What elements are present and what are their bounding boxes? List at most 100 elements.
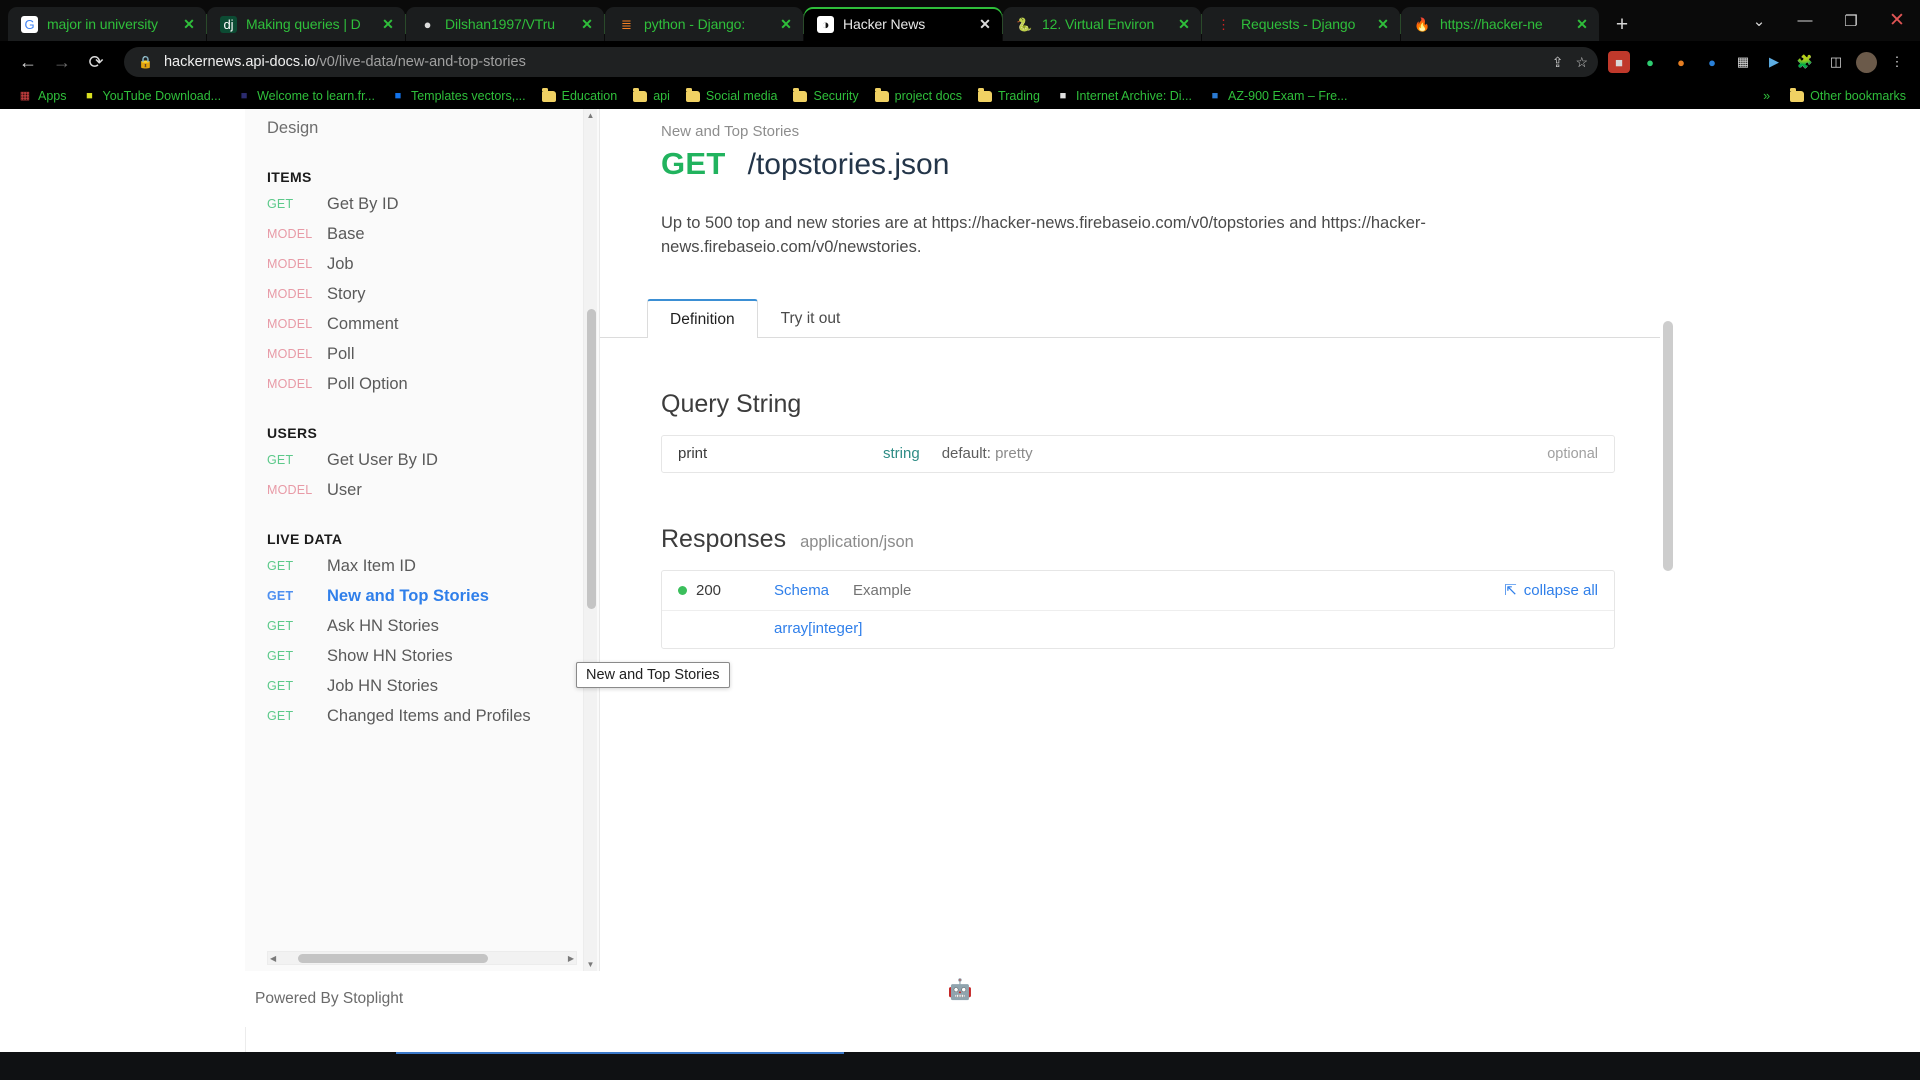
puzzle-icon[interactable]: 🧩 xyxy=(1794,51,1816,73)
sidebar-item-changed-items-and-profiles[interactable]: GET Changed Items and Profiles xyxy=(245,701,599,731)
sidebar-item-job[interactable]: MODEL Job xyxy=(245,249,599,279)
sidebar-vertical-thumb[interactable] xyxy=(587,309,596,609)
close-tab-button[interactable]: ✕ xyxy=(578,15,596,33)
browser-tab[interactable]: dj Making queries | D ✕ xyxy=(207,7,405,41)
browser-tab[interactable]: ◑ Hacker News ✕ xyxy=(804,7,1002,41)
apps-button[interactable]: ▦ Apps xyxy=(10,85,75,107)
bookmark-item[interactable]: Security xyxy=(785,85,866,107)
scroll-down-arrow[interactable]: ▼ xyxy=(587,958,595,971)
forward-button[interactable]: → xyxy=(46,46,78,78)
reload-button[interactable]: ⟳ xyxy=(80,46,112,78)
lock-icon: 🔒 xyxy=(138,55,153,69)
bookmark-item[interactable]: ■ YouTube Download... xyxy=(75,85,230,107)
close-tab-button[interactable]: ✕ xyxy=(1175,15,1193,33)
taskbar xyxy=(0,1052,1920,1080)
sidebar-item-base[interactable]: MODEL Base xyxy=(245,219,599,249)
sidebar-item-verb: MODEL xyxy=(267,227,313,241)
browser-tab[interactable]: ● Dilshan1997/VTru ✕ xyxy=(406,7,604,41)
close-tab-button[interactable]: ✕ xyxy=(1374,15,1392,33)
address-bar[interactable]: 🔒 hackernews.api-docs.io/v0/live-data/ne… xyxy=(124,47,1598,77)
blue-circle-icon[interactable]: ● xyxy=(1701,51,1723,73)
sidebar-item-verb: GET xyxy=(267,197,294,211)
sidebar-item-new-and-top-stories[interactable]: GET New and Top Stories xyxy=(245,581,599,611)
bookmark-item[interactable]: api xyxy=(625,85,678,107)
sidebar-item-comment[interactable]: MODEL Comment xyxy=(245,309,599,339)
other-bookmarks-label: Other bookmarks xyxy=(1810,89,1906,103)
status-code: 200 xyxy=(696,581,722,599)
robot-icon: 🤖 xyxy=(947,979,973,1001)
extension-red-icon[interactable]: ■ xyxy=(1608,51,1630,73)
sidebar-item-verb: MODEL xyxy=(267,317,313,331)
sidebar-item-design[interactable]: Design xyxy=(245,113,599,143)
browser-tab[interactable]: ≣ python - Django: ✕ xyxy=(605,7,803,41)
bookmark-item[interactable]: Education xyxy=(534,85,626,107)
close-tab-button[interactable]: ✕ xyxy=(180,15,198,33)
minimize-button[interactable]: — xyxy=(1782,0,1828,41)
close-tab-button[interactable]: ✕ xyxy=(777,15,795,33)
tab-search-button[interactable]: ⌄ xyxy=(1736,0,1782,41)
sidebar-item-show-hn-stories[interactable]: GET Show HN Stories xyxy=(245,641,599,671)
profile-avatar[interactable] xyxy=(1856,51,1877,73)
bookmark-item[interactable]: ■ Internet Archive: Di... xyxy=(1048,85,1200,107)
sidebar-item-user[interactable]: MODEL User xyxy=(245,475,599,505)
share-icon[interactable]: ⇪ xyxy=(1552,54,1564,71)
new-tab-button[interactable]: + xyxy=(1607,9,1637,39)
close-tab-button[interactable]: ✕ xyxy=(976,15,994,33)
window-controls: ⌄ — ❐ ✕ xyxy=(1736,0,1920,41)
collapse-all-button[interactable]: ⇱ collapse all xyxy=(1504,581,1598,600)
url-path: /v0/live-data/new-and-top-stories xyxy=(315,54,526,70)
menu-icon[interactable]: ⋮ xyxy=(1886,51,1908,73)
scroll-left-arrow[interactable]: ◀ xyxy=(270,952,276,965)
sidebar-item-verb: MODEL xyxy=(267,347,313,361)
sidebar-icon[interactable]: ◫ xyxy=(1825,51,1847,73)
bookmark-item[interactable]: ■ AZ-900 Exam – Fre... xyxy=(1200,85,1355,107)
docs-sidebar: Design ITEMS GET Get By ID MODEL Base MODEL Jo… xyxy=(245,109,600,971)
close-tab-button[interactable]: ✕ xyxy=(1573,15,1591,33)
browser-tab[interactable]: 🔥 https://hacker-ne ✕ xyxy=(1401,7,1599,41)
page-vertical-scrollbar[interactable] xyxy=(1660,109,1675,1052)
tab-example[interactable]: Example xyxy=(853,582,911,599)
scroll-up-arrow[interactable]: ▲ xyxy=(587,109,595,122)
other-bookmarks-button[interactable]: Other bookmarks xyxy=(1786,85,1910,107)
sidebar-item-label: Changed Items and Profiles xyxy=(327,706,531,725)
tab-try-it-out[interactable]: Try it out xyxy=(758,299,864,338)
browser-window: Gmajor in university ✕ dj Making queries | … xyxy=(0,0,1920,1080)
sidebar-item-ask-hn-stories[interactable]: GET Ask HN Stories xyxy=(245,611,599,641)
sidebar-item-label: Story xyxy=(327,284,366,303)
maximize-button[interactable]: ❐ xyxy=(1828,0,1874,41)
browser-tab[interactable]: Gmajor in university ✕ xyxy=(8,7,206,41)
back-button[interactable]: ← xyxy=(12,46,44,78)
bookmark-label: Education xyxy=(561,89,618,103)
sidebar-item-get-user-by-id[interactable]: GET Get User By ID xyxy=(245,445,599,475)
browser-tab[interactable]: 🐍 12. Virtual Environ ✕ xyxy=(1003,7,1201,41)
response-schema-body[interactable]: array[integer] xyxy=(662,611,1614,648)
bookmark-item[interactable]: ■ Welcome to learn.fr... xyxy=(229,85,383,107)
bookmark-item[interactable]: Trading xyxy=(970,85,1048,107)
close-tab-button[interactable]: ✕ xyxy=(379,15,397,33)
sidebar-item-job-hn-stories[interactable]: GET Job HN Stories xyxy=(245,671,599,701)
video-icon[interactable]: ▶ xyxy=(1763,51,1785,73)
bookmarks-overflow-button[interactable]: » xyxy=(1757,85,1776,107)
sidebar-horizontal-thumb[interactable] xyxy=(298,953,488,963)
sidebar-item-poll[interactable]: MODEL Poll xyxy=(245,339,599,369)
tab-title: 12. Virtual Environ xyxy=(1042,16,1155,32)
bookmark-item[interactable]: Social media xyxy=(678,85,786,107)
bookmark-label: Trading xyxy=(998,89,1040,103)
qr-icon[interactable]: ▦ xyxy=(1732,51,1754,73)
tab-schema[interactable]: Schema xyxy=(774,582,829,599)
tab-definition[interactable]: Definition xyxy=(647,298,758,338)
sidebar-horizontal-scrollbar[interactable]: ◀ ▶ xyxy=(267,951,577,965)
shield-green-icon[interactable]: ● xyxy=(1639,51,1661,73)
browser-tab[interactable]: ⋮ Requests - Django ✕ xyxy=(1202,7,1400,41)
scroll-right-arrow[interactable]: ▶ xyxy=(568,952,574,965)
sidebar-item-get-by-id[interactable]: GET Get By ID xyxy=(245,189,599,219)
sidebar-item-poll-option[interactable]: MODEL Poll Option xyxy=(245,369,599,399)
orange-circle-icon[interactable]: ● xyxy=(1670,51,1692,73)
star-icon[interactable]: ☆ xyxy=(1575,54,1588,71)
sidebar-item-max-item-id[interactable]: GET Max Item ID xyxy=(245,551,599,581)
sidebar-item-story[interactable]: MODEL Story xyxy=(245,279,599,309)
close-window-button[interactable]: ✕ xyxy=(1874,0,1920,41)
bookmark-item[interactable]: ■ Templates vectors,... xyxy=(383,85,534,107)
page-vertical-thumb[interactable] xyxy=(1663,321,1673,571)
bookmark-item[interactable]: project docs xyxy=(867,85,970,107)
